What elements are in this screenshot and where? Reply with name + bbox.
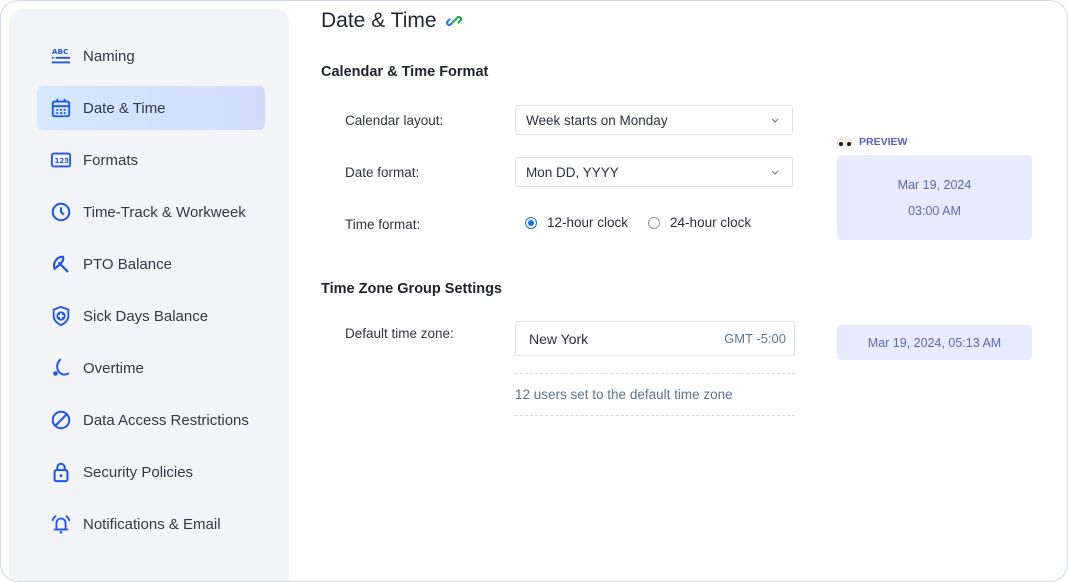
calendar-layout-select[interactable]: Week starts on Monday bbox=[515, 105, 793, 135]
sidebar-item-label: Date & Time bbox=[83, 99, 166, 117]
preview-time: 03:00 AM bbox=[908, 203, 961, 218]
sidebar-item-sick-days[interactable]: Sick Days Balance bbox=[37, 294, 265, 338]
time-format-radio-group: 12-hour clock 24-hour clock bbox=[525, 215, 771, 230]
lock-icon bbox=[49, 460, 73, 484]
chevron-down-icon bbox=[771, 170, 779, 175]
preview-box: Mar 19, 2024 03:00 AM bbox=[837, 155, 1032, 240]
sidebar-item-overtime[interactable]: Overtime bbox=[37, 346, 265, 390]
preview-date: Mar 19, 2024 bbox=[897, 177, 972, 192]
sidebar-item-naming[interactable]: ABC Naming bbox=[37, 34, 265, 78]
sidebar-item-label: Formats bbox=[83, 151, 139, 169]
sidebar-item-date-time[interactable]: Date & Time bbox=[37, 86, 265, 130]
eyes-icon bbox=[837, 137, 853, 147]
main-content: Date & Time Calendar & Time Format Calen… bbox=[289, 1, 1067, 581]
shield-plus-icon bbox=[49, 304, 73, 328]
sidebar-item-formats[interactable]: 123 Formats bbox=[37, 138, 265, 182]
sidebar-item-pto-balance[interactable]: PTO Balance bbox=[37, 242, 265, 286]
preview-label-text: PREVIEW bbox=[859, 136, 908, 148]
radio-label: 12-hour clock bbox=[547, 215, 629, 230]
divider bbox=[515, 373, 795, 374]
timezone-section-title: Time Zone Group Settings bbox=[321, 281, 502, 297]
numbers-123-icon: 123 bbox=[49, 148, 73, 172]
beach-umbrella-icon bbox=[49, 252, 73, 276]
radio-unchecked-indicator[interactable] bbox=[648, 216, 661, 229]
prohibited-icon bbox=[49, 408, 73, 432]
clock-icon bbox=[49, 200, 73, 224]
sidebar-item-label: Security Policies bbox=[83, 463, 194, 481]
sidebar-item-label: Overtime bbox=[83, 359, 144, 377]
calendar-layout-label: Calendar layout: bbox=[345, 113, 444, 128]
settings-window: ABC Naming Date & Time 123 Formats Time-… bbox=[0, 0, 1068, 582]
sidebar-item-label: PTO Balance bbox=[83, 255, 172, 273]
sidebar-item-security-policies[interactable]: Security Policies bbox=[37, 450, 265, 494]
sidebar-item-label: Notifications & Email bbox=[83, 515, 221, 533]
link-icon[interactable] bbox=[445, 12, 463, 30]
moon-icon bbox=[49, 356, 73, 380]
abc-list-icon: ABC bbox=[49, 44, 73, 68]
sidebar-item-data-access[interactable]: Data Access Restrictions bbox=[37, 398, 265, 442]
radio-checked-indicator[interactable] bbox=[525, 216, 537, 229]
radio-24-hour[interactable]: 24-hour clock bbox=[648, 215, 751, 230]
date-format-select[interactable]: Mon DD, YYYY bbox=[515, 157, 793, 187]
radio-12-hour[interactable]: 12-hour clock bbox=[525, 215, 628, 230]
sidebar: ABC Naming Date & Time 123 Formats Time-… bbox=[9, 9, 289, 581]
svg-text:ABC: ABC bbox=[52, 47, 69, 56]
sidebar-item-label: Sick Days Balance bbox=[83, 307, 209, 325]
divider bbox=[515, 415, 795, 416]
radio-label: 24-hour clock bbox=[670, 215, 752, 230]
svg-text:123: 123 bbox=[55, 157, 70, 165]
date-format-value: Mon DD, YYYY bbox=[526, 164, 619, 180]
sidebar-item-time-track[interactable]: Time-Track & Workweek bbox=[37, 190, 265, 234]
timezone-users-note: 12 users set to the default time zone bbox=[515, 387, 733, 402]
timezone-city: New York bbox=[529, 330, 589, 347]
time-format-label: Time format: bbox=[345, 217, 421, 232]
chevron-down-icon bbox=[771, 118, 779, 123]
timezone-offset: GMT -5:00 bbox=[724, 331, 786, 346]
sidebar-item-label: Data Access Restrictions bbox=[83, 411, 249, 429]
sidebar-item-label: Naming bbox=[83, 47, 135, 65]
preview-label: PREVIEW bbox=[837, 136, 907, 148]
sidebar-item-notifications[interactable]: Notifications & Email bbox=[37, 502, 265, 546]
default-timezone-input[interactable]: New York GMT -5:00 bbox=[515, 321, 795, 356]
calendar-layout-value: Week starts on Monday bbox=[526, 112, 668, 128]
page-title: Date & Time bbox=[321, 9, 463, 33]
calendar-icon bbox=[49, 96, 73, 120]
bell-ringing-icon bbox=[49, 512, 73, 536]
sidebar-item-label: Time-Track & Workweek bbox=[83, 203, 246, 221]
page-title-text: Date & Time bbox=[321, 9, 437, 32]
date-format-label: Date format: bbox=[345, 165, 420, 180]
calendar-section-title: Calendar & Time Format bbox=[321, 64, 489, 80]
timezone-preview: Mar 19, 2024, 05:13 AM bbox=[837, 325, 1032, 360]
default-timezone-label: Default time zone: bbox=[345, 326, 454, 341]
